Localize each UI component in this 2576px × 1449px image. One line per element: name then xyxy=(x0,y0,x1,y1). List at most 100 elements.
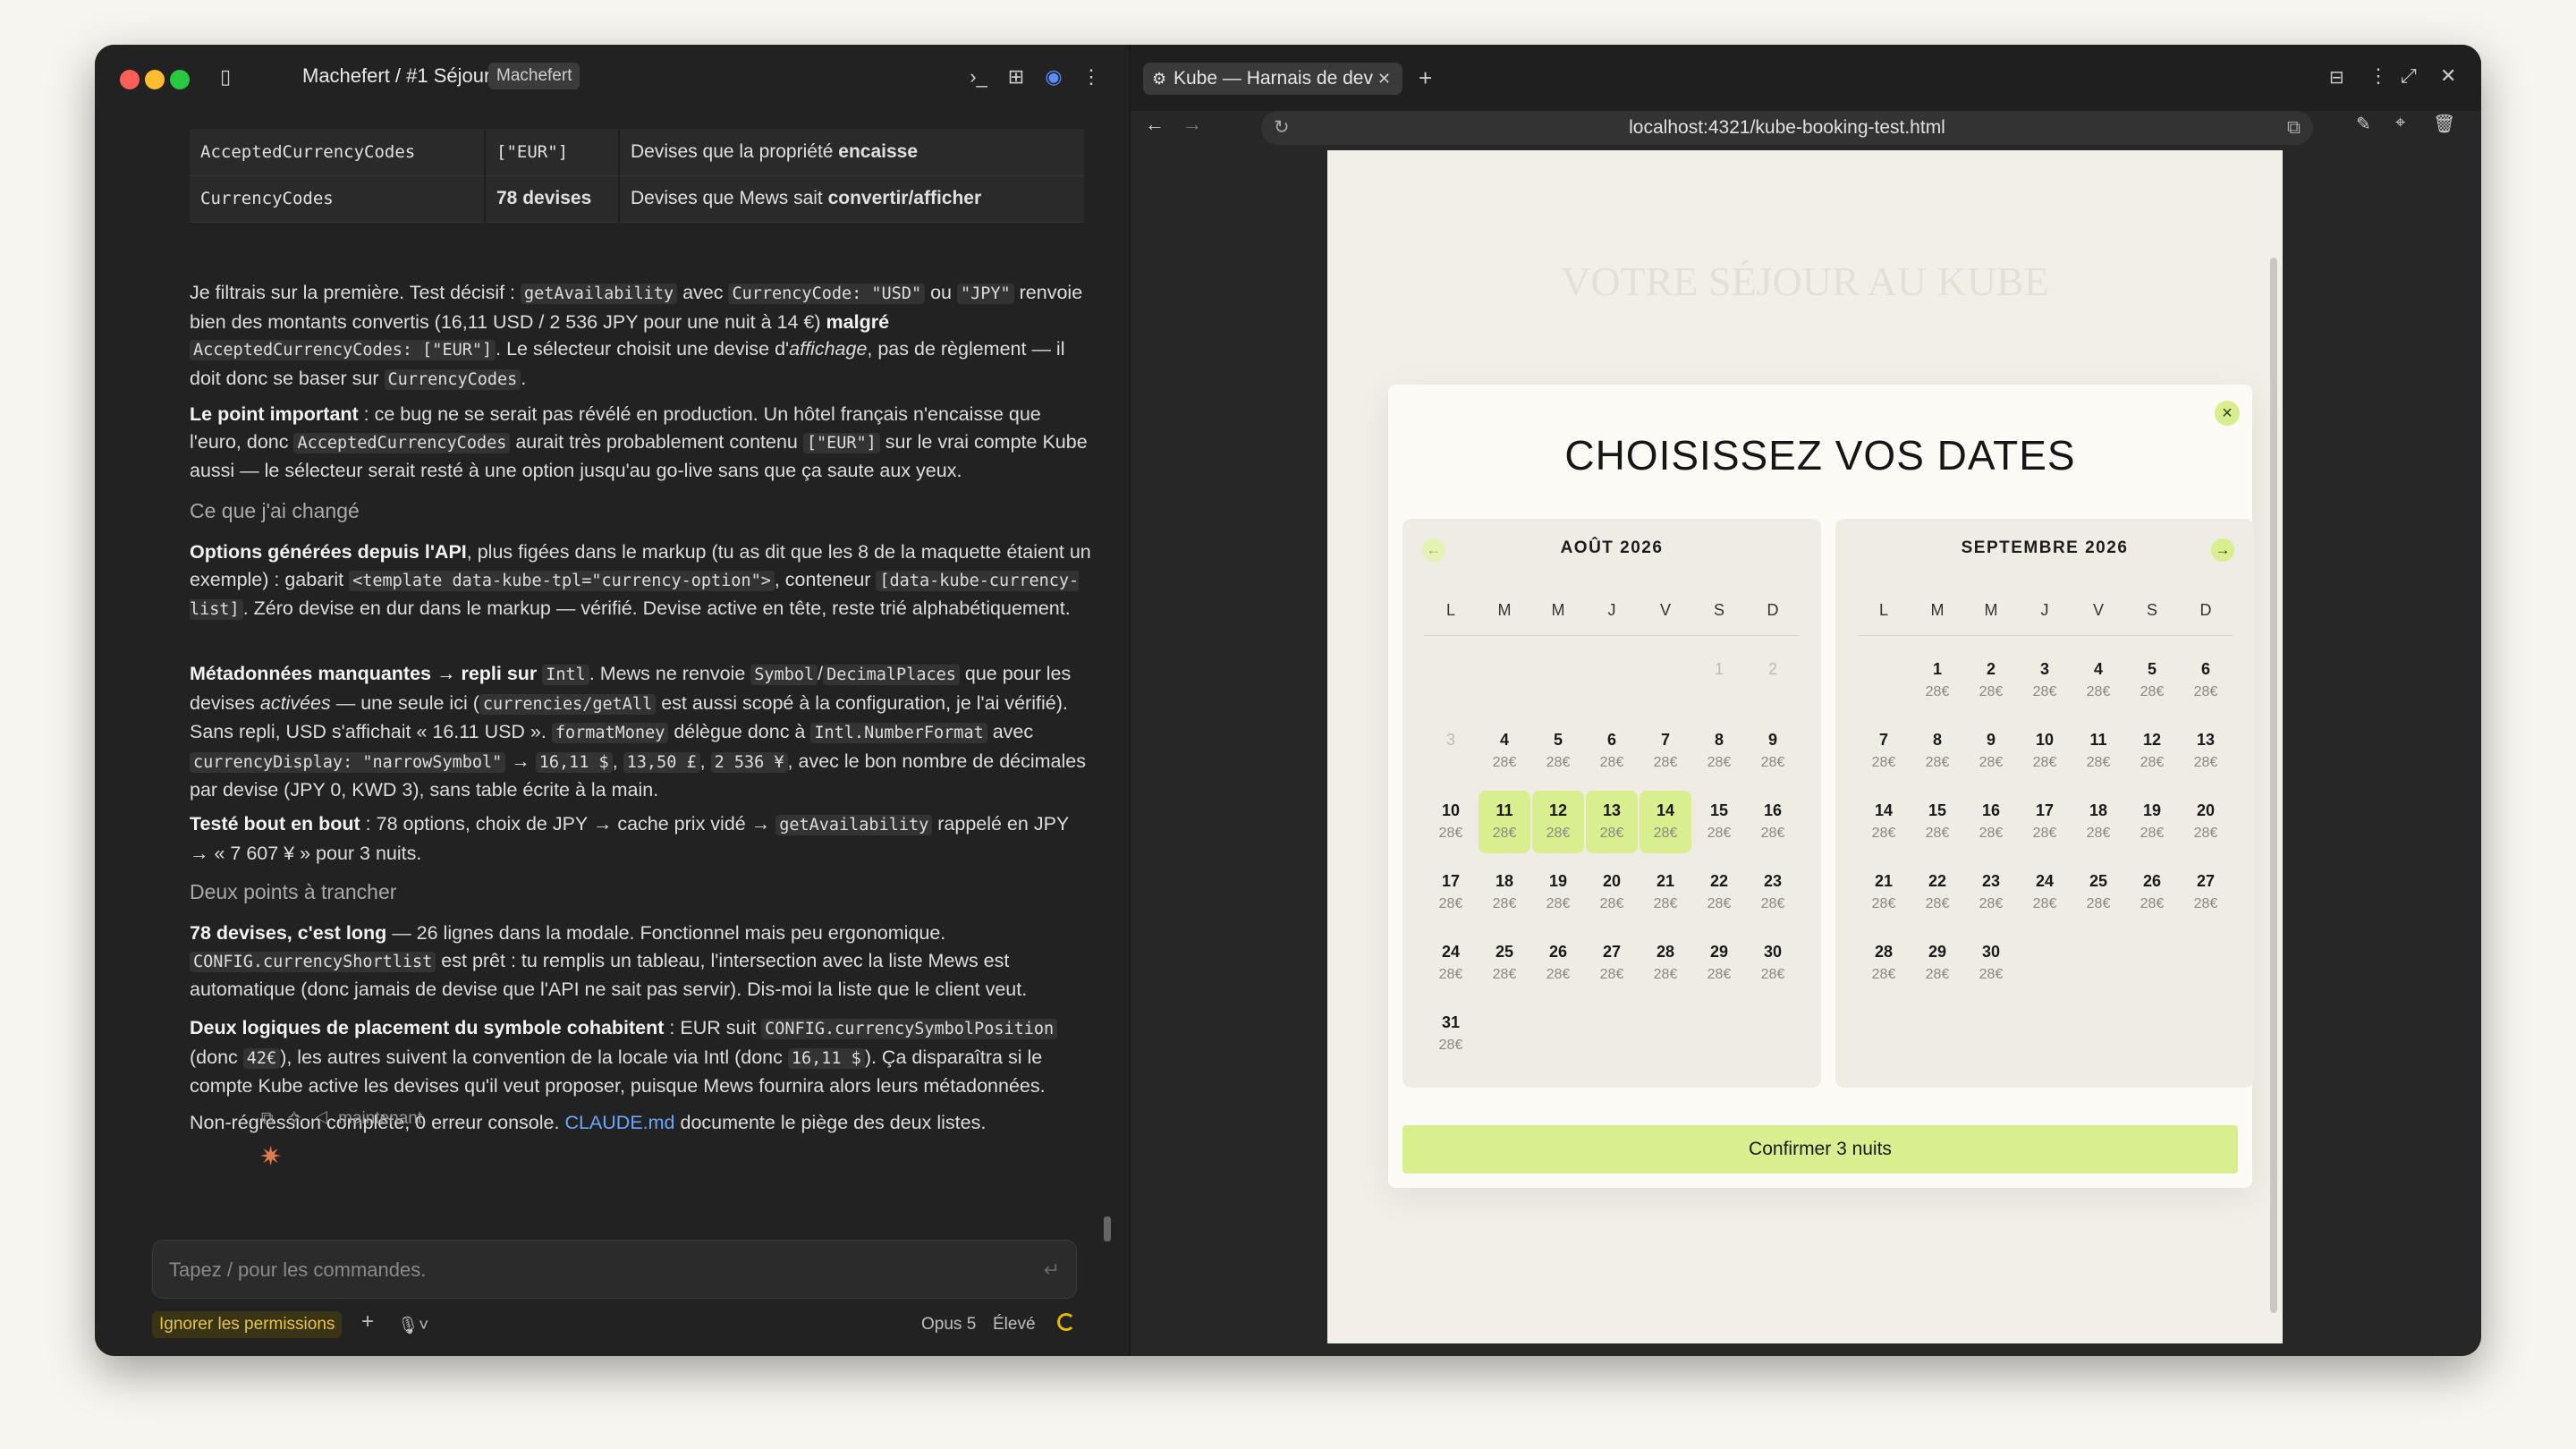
calendar-day[interactable]: 1 28€ xyxy=(1911,649,1963,712)
calendar-day[interactable]: 17 28€ xyxy=(2019,791,2071,853)
calendar-day[interactable]: 2 28€ xyxy=(1965,649,2017,712)
close-modal-button[interactable]: × xyxy=(2215,401,2240,426)
effort-selector[interactable]: Élevé xyxy=(993,1315,1036,1335)
command-input[interactable]: Tapez / pour les commandes. ↵ xyxy=(152,1240,1077,1299)
calendar-day[interactable]: 11 28€ xyxy=(1479,791,1530,853)
sidebar-toggle-icon[interactable]: ▯ xyxy=(213,64,238,89)
pin-icon[interactable]: ✧ xyxy=(287,1109,301,1128)
close-pane-icon[interactable]: ✕ xyxy=(2440,64,2456,88)
maximize-window-button[interactable] xyxy=(170,70,190,89)
calendar-day[interactable]: 22 28€ xyxy=(1911,861,1963,924)
calendar-day[interactable]: 3 28€ xyxy=(2019,649,2071,712)
close-window-button[interactable] xyxy=(120,70,140,89)
calendar-day[interactable]: 30 28€ xyxy=(1965,932,2017,995)
calendar-day[interactable]: 9 28€ xyxy=(1965,720,2017,783)
prev-month-button[interactable]: ← xyxy=(1422,538,1445,562)
speaker-icon[interactable]: ◁ xyxy=(315,1109,328,1128)
calendar-day[interactable]: 27 28€ xyxy=(1586,932,1638,995)
calendar-day[interactable]: 28 28€ xyxy=(1858,932,1910,995)
permissions-toggle[interactable]: Ignorer les permissions xyxy=(152,1311,343,1338)
page-scrollbar[interactable] xyxy=(2270,258,2277,1313)
enter-icon[interactable]: ↵ xyxy=(1044,1241,1060,1300)
calendar-day[interactable]: 8 28€ xyxy=(1693,720,1745,783)
calendar-day[interactable]: 23 28€ xyxy=(1965,861,2017,924)
add-icon[interactable]: + xyxy=(361,1309,374,1335)
calendar-day[interactable]: 13 28€ xyxy=(1586,791,1638,853)
calendar-day[interactable]: 6 28€ xyxy=(1586,720,1638,783)
calendar-day[interactable]: 14 28€ xyxy=(1858,791,1910,853)
calendar-day[interactable]: 30 28€ xyxy=(1747,932,1799,995)
calendar-day[interactable]: 28 28€ xyxy=(1640,932,1691,995)
calendar-day[interactable]: 15 28€ xyxy=(1693,791,1745,853)
delete-icon[interactable]: 🗑︎ xyxy=(2433,113,2455,135)
calendar-day[interactable]: 7 28€ xyxy=(1640,720,1691,783)
calendar-day[interactable]: 21 28€ xyxy=(1858,861,1910,924)
minimize-window-button[interactable] xyxy=(145,70,165,89)
close-tab-icon[interactable]: ✕ xyxy=(1377,70,1391,89)
calendar-day[interactable]: 18 28€ xyxy=(1479,861,1530,924)
calendar-day[interactable]: 31 28€ xyxy=(1425,1003,1477,1065)
microphone-icon[interactable]: 🎙︎˅ xyxy=(397,1315,428,1336)
calendar-day[interactable]: 19 28€ xyxy=(1532,861,1584,924)
globe-icon[interactable]: ◉ xyxy=(1041,64,1066,89)
calendar-day[interactable]: 29 28€ xyxy=(1911,932,1963,995)
calendar-day[interactable]: 24 28€ xyxy=(1425,932,1477,995)
forward-icon[interactable]: → xyxy=(1182,113,1202,136)
calendar-day[interactable]: 13 28€ xyxy=(2180,720,2232,783)
select-icon[interactable]: ⌖ xyxy=(2395,113,2405,133)
calendar-day[interactable]: 29 28€ xyxy=(1693,932,1745,995)
open-external-icon[interactable]: ⧉ xyxy=(2287,111,2301,145)
calendar-day[interactable]: 18 28€ xyxy=(2072,791,2124,853)
calendar-day[interactable]: 25 28€ xyxy=(1479,932,1530,995)
calendar-day[interactable]: 10 28€ xyxy=(1425,791,1477,853)
panel-icon[interactable]: ⊞ xyxy=(1004,64,1029,89)
copy-icon[interactable]: ⧉ xyxy=(261,1109,274,1128)
model-selector[interactable]: Opus 5 xyxy=(921,1315,976,1335)
day-price: 28€ xyxy=(1546,896,1571,911)
url-field[interactable]: ↻ localhost:4321/kube-booking-test.html … xyxy=(1261,111,2313,145)
calendar-day[interactable]: 4 28€ xyxy=(1479,720,1530,783)
calendar-day[interactable]: 20 28€ xyxy=(1586,861,1638,924)
expand-icon[interactable]: ⤢ xyxy=(2401,64,2417,88)
calendar-day[interactable]: 4 28€ xyxy=(2072,649,2124,712)
browser-tab[interactable]: ⚙ Kube — Harnais de dev xyxy=(1143,63,1402,95)
calendar-day[interactable]: 10 28€ xyxy=(2019,720,2071,783)
calendar-day[interactable]: 19 28€ xyxy=(2126,791,2178,853)
calendar-day[interactable]: 12 28€ xyxy=(1532,791,1584,853)
calendar-day[interactable]: 9 28€ xyxy=(1747,720,1799,783)
calendar-day[interactable]: 25 28€ xyxy=(2072,861,2124,924)
calendar-day[interactable]: 16 28€ xyxy=(1747,791,1799,853)
claude-md-link[interactable]: CLAUDE.md xyxy=(564,1112,674,1133)
calendar-day[interactable]: 17 28€ xyxy=(1425,861,1477,924)
next-month-button[interactable]: → xyxy=(2211,538,2234,562)
calendar-day[interactable]: 11 28€ xyxy=(2072,720,2124,783)
confirm-button[interactable]: Confirmer 3 nuits xyxy=(1402,1125,2238,1174)
calendar-day[interactable]: 23 28€ xyxy=(1747,861,1799,924)
calendar-day[interactable]: 5 28€ xyxy=(2126,649,2178,712)
edit-icon[interactable]: ✎ xyxy=(2356,113,2371,135)
calendar-day[interactable]: 24 28€ xyxy=(2019,861,2071,924)
calendar-day[interactable]: 22 28€ xyxy=(1693,861,1745,924)
calendar-day[interactable]: 26 28€ xyxy=(1532,932,1584,995)
calendar-day[interactable]: 8 28€ xyxy=(1911,720,1963,783)
more-menu-icon[interactable]: ⋮ xyxy=(1079,64,1104,89)
calendar-day[interactable]: 12 28€ xyxy=(2126,720,2178,783)
calendar-day[interactable]: 21 28€ xyxy=(1640,861,1691,924)
calendar-day[interactable]: 16 28€ xyxy=(1965,791,2017,853)
layout-icon[interactable]: ⊟ xyxy=(2329,66,2344,89)
reload-icon[interactable]: ↻ xyxy=(1274,111,1290,145)
calendar-day[interactable]: 6 28€ xyxy=(2180,649,2232,712)
calendar-day[interactable]: 20 28€ xyxy=(2180,791,2232,853)
calendar-day[interactable]: 7 28€ xyxy=(1858,720,1910,783)
calendar-day[interactable]: 15 28€ xyxy=(1911,791,1963,853)
new-tab-icon[interactable]: + xyxy=(1419,64,1432,92)
day-price: 28€ xyxy=(1925,755,1950,770)
browser-menu-icon[interactable]: ⋮ xyxy=(2368,64,2388,88)
back-icon[interactable]: ← xyxy=(1145,113,1165,136)
scrollbar[interactable] xyxy=(1104,1216,1111,1241)
calendar-day[interactable]: 14 28€ xyxy=(1640,791,1691,853)
calendar-day[interactable]: 27 28€ xyxy=(2180,861,2232,924)
calendar-day[interactable]: 26 28€ xyxy=(2126,861,2178,924)
terminal-icon[interactable]: ›_ xyxy=(966,64,991,89)
calendar-day[interactable]: 5 28€ xyxy=(1532,720,1584,783)
